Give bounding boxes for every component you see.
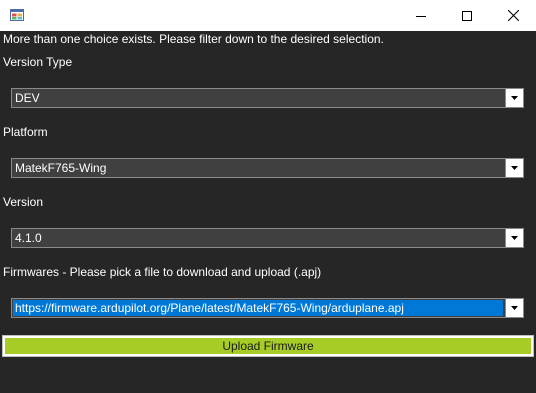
version-label: Version [3, 195, 44, 209]
firmwares-dropdown-button[interactable] [505, 299, 523, 317]
app-window-icon [10, 9, 24, 21]
version-dropdown[interactable]: 4.1.0 [11, 228, 524, 248]
version-type-dropdown-button[interactable] [505, 89, 523, 107]
chevron-down-icon [511, 306, 518, 310]
version-dropdown-button[interactable] [505, 229, 523, 247]
upload-firmware-label: Upload Firmware [222, 339, 314, 353]
firmware-selector-window: More than one choice exists. Please filt… [0, 0, 536, 393]
version-type-label: Version Type [3, 55, 73, 69]
title-bar[interactable] [0, 0, 536, 31]
instruction-message: More than one choice exists. Please filt… [3, 32, 384, 46]
version-value: 4.1.0 [15, 231, 42, 245]
minimize-button[interactable] [398, 0, 444, 31]
upload-firmware-button[interactable]: Upload Firmware [2, 335, 534, 357]
close-icon [507, 10, 519, 21]
firmwares-value: https://firmware.ardupilot.org/Plane/lat… [13, 300, 503, 316]
platform-label: Platform [3, 125, 48, 139]
version-type-value: DEV [15, 91, 40, 105]
maximize-icon [462, 10, 472, 21]
platform-dropdown-button[interactable] [505, 159, 523, 177]
chevron-down-icon [511, 96, 518, 100]
minimize-icon [416, 15, 426, 17]
version-type-dropdown[interactable]: DEV [11, 88, 524, 108]
firmwares-label: Firmwares - Please pick a file to downlo… [3, 265, 322, 279]
firmwares-dropdown[interactable]: https://firmware.ardupilot.org/Plane/lat… [11, 298, 524, 318]
close-button[interactable] [490, 0, 536, 31]
platform-value: MatekF765-Wing [15, 161, 107, 175]
chevron-down-icon [511, 166, 518, 170]
maximize-button[interactable] [444, 0, 490, 31]
chevron-down-icon [511, 236, 518, 240]
platform-dropdown[interactable]: MatekF765-Wing [11, 158, 524, 178]
